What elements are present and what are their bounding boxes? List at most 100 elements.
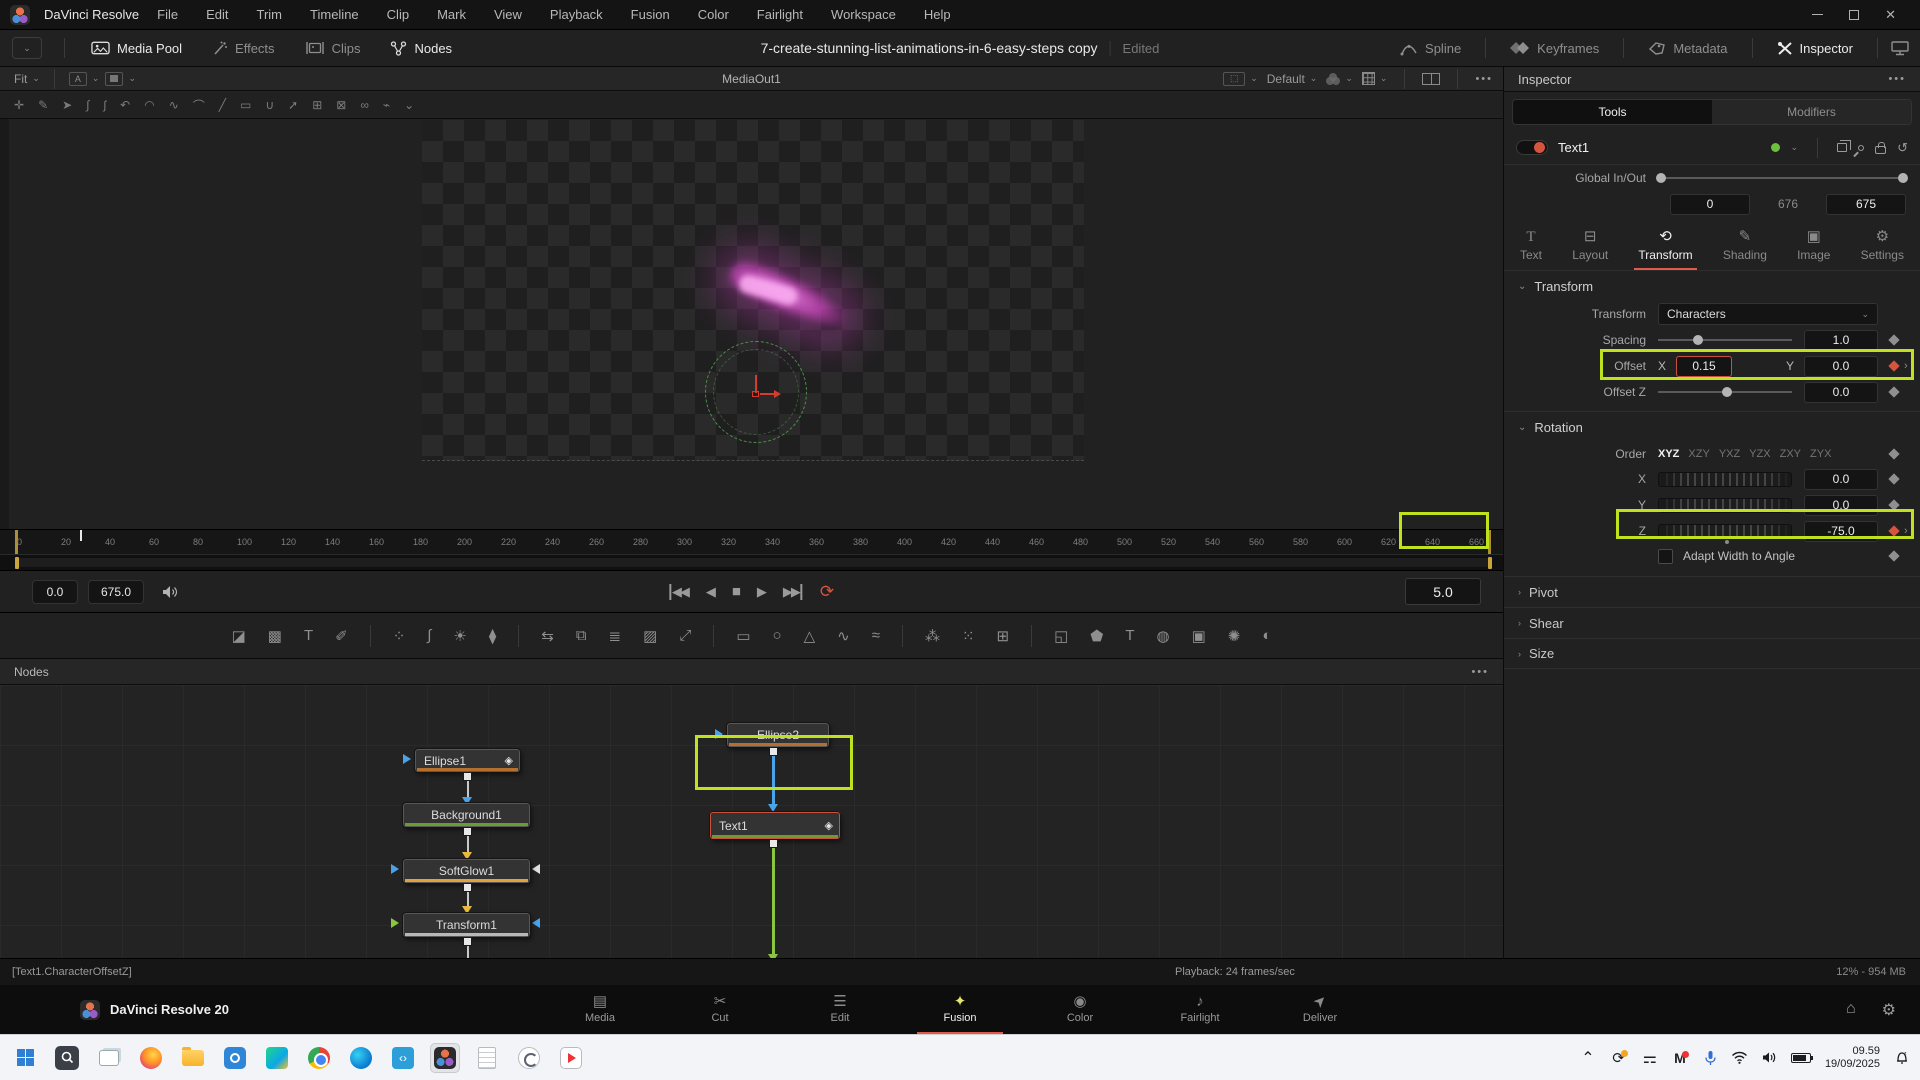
bspline-mask-icon[interactable]: ∿ [837,627,850,645]
notification-bell-icon[interactable]: z [1894,1050,1910,1066]
rectangle-mask-icon[interactable]: ▭ [736,627,750,645]
proxy-options[interactable]: ⬚⌄ [1223,72,1258,86]
current-frame-field[interactable]: 5.0 [1405,578,1481,605]
offset-y-field[interactable]: 0.0 [1804,356,1878,377]
camera3d-icon[interactable]: ▣ [1192,627,1206,645]
menu-item-file[interactable]: File [157,7,178,22]
adapt-keyframe-diamond[interactable] [1888,550,1899,561]
background-tool-icon[interactable]: ◪ [232,627,246,645]
offset-keyframe-diamond[interactable] [1888,360,1899,371]
page-deliver[interactable]: ➤Deliver [1277,989,1363,1030]
insert-point-tool-icon[interactable]: ➤ [62,98,72,112]
renderer3d-icon[interactable]: ◐ [1262,627,1271,644]
viewer-vertical-scrollbar[interactable] [0,119,9,529]
battery-icon[interactable] [1791,1053,1811,1063]
loop-button[interactable]: ⟳ [820,582,834,602]
softglow1-output-connector[interactable] [463,883,472,892]
zoom-mode-select[interactable]: Fit⌄ [14,72,40,86]
order-option-yxz[interactable]: YXZ [1719,448,1740,460]
node-softglow1[interactable]: SoftGlow1 [403,859,530,883]
sample-tool-icon[interactable]: ⌁ [383,98,390,112]
transform-tool-icon[interactable]: ⇆ [541,627,554,645]
spacing-knob[interactable] [1693,335,1703,345]
offset-z-keyframe-diamond[interactable] [1888,386,1899,397]
menu-item-timeline[interactable]: Timeline [310,7,359,22]
tray-expand-chevron[interactable]: ⌃ [1581,1048,1594,1068]
start-button[interactable] [10,1043,40,1073]
page-color[interactable]: ◉Color [1037,989,1123,1030]
offset-z-slider[interactable] [1658,391,1792,393]
menu-item-view[interactable]: View [494,7,522,22]
duplicate-tool-icon[interactable]: ⧉ [576,627,587,644]
mattecontrol-tool-icon[interactable]: ▨ [643,627,657,645]
metadata-button[interactable]: Metadata [1636,36,1739,61]
particle-force-icon[interactable]: ⁙ [962,627,975,645]
channel-select[interactable]: A⌄ [69,72,100,86]
rotation-x-field[interactable]: 0.0 [1804,469,1878,490]
adapt-width-checkbox[interactable] [1658,549,1673,564]
reset-icon[interactable]: ↺ [1897,140,1908,156]
link-tool-icon[interactable]: ∞ [360,98,369,112]
nodes-button[interactable]: Nodes [378,36,464,61]
menu-item-color[interactable]: Color [698,7,729,22]
viewer-options-menu[interactable]: ••• [1475,73,1493,85]
polyline-mask-icon[interactable]: ≈ [872,627,880,644]
ellipse2-output-connector[interactable] [769,747,778,756]
taskbar-photos[interactable] [220,1043,250,1073]
rotation-y-field[interactable]: 0.0 [1804,495,1878,516]
rotation-section-header[interactable]: ⌄Rotation [1504,412,1920,442]
tab-tools[interactable]: Tools [1513,100,1712,124]
ellipse2-input-triangle[interactable] [715,729,723,739]
publish-tool-icon[interactable]: ➚ [288,98,298,112]
lut-select[interactable]: Default⌄ [1267,72,1318,86]
rotation-z-dial[interactable] [1658,524,1792,539]
menu-item-workspace[interactable]: Workspace [831,7,896,22]
project-settings-gear-icon[interactable]: ⚙ [1882,1000,1896,1020]
go-to-start-button[interactable]: ◀◀ [669,584,688,600]
tab-image[interactable]: ▣Image [1793,229,1834,270]
clock[interactable]: 09.59 19/09/2025 [1825,1045,1880,1071]
page-edit[interactable]: ☰Edit [797,989,883,1030]
order-option-yzx[interactable]: YZX [1749,448,1770,460]
inspector-button[interactable]: Inspector [1765,36,1865,61]
ui-layout-dropdown[interactable]: ⌄ [12,37,42,59]
split-view-icon[interactable] [1422,73,1440,85]
merge3d-icon[interactable]: ◍ [1157,627,1170,645]
page-fusion[interactable]: ✦Fusion [917,989,1003,1030]
transform1-output-connector[interactable] [463,937,472,946]
render-range-start-field[interactable]: 0.0 [32,580,78,604]
step-back-button[interactable]: ◀ [706,584,714,600]
rotation-z-keyframe-diamond[interactable] [1888,525,1899,536]
guides-select[interactable]: ⌄ [1362,72,1388,85]
sync-icon[interactable]: ⟳ [1609,1049,1629,1067]
global-in-field[interactable]: 0 [1670,194,1750,215]
order-option-zxy[interactable]: ZXY [1780,448,1801,460]
taskbar-notepad[interactable] [472,1043,502,1073]
text-tool-icon[interactable]: T [304,627,313,644]
paint-tool-icon[interactable]: ✐ [335,627,348,645]
offset-expand-chevron[interactable]: › [1904,360,1912,372]
merge-tool-icon[interactable]: ≣ [609,627,622,645]
tray-m-app-icon[interactable]: M [1670,1050,1690,1066]
colorcurves-tool-icon[interactable]: ∫ [427,627,431,644]
freehand-tool-icon[interactable]: ∿ [169,98,179,112]
task-view-button[interactable] [94,1043,124,1073]
page-fairlight[interactable]: ♪Fairlight [1157,989,1243,1030]
rotation-x-keyframe-diamond[interactable] [1888,473,1899,484]
rotation-z-expand-chevron[interactable]: › [1904,525,1912,537]
ellipse-mask-icon[interactable]: ○ [773,627,782,644]
transform-section-header[interactable]: ⌄Transform [1504,271,1920,301]
play-button[interactable]: ▶ [757,584,765,600]
taskbar-chrome[interactable] [304,1043,334,1073]
playhead[interactable] [80,530,82,541]
ellipse1-output-connector[interactable] [463,772,472,781]
stop-button[interactable]: ■ [732,583,739,600]
dual-monitor-icon[interactable] [1890,40,1910,56]
text1-output-connector[interactable] [769,839,778,848]
taskbar-obs[interactable] [514,1043,544,1073]
spotlight3d-icon[interactable]: ✺ [1228,627,1241,645]
page-cut[interactable]: ✂Cut [677,989,763,1030]
tab-layout[interactable]: ⊟Layout [1568,229,1612,270]
taskbar-explorer[interactable] [178,1043,208,1073]
rotation-z-field[interactable]: -75.0 [1804,521,1878,542]
